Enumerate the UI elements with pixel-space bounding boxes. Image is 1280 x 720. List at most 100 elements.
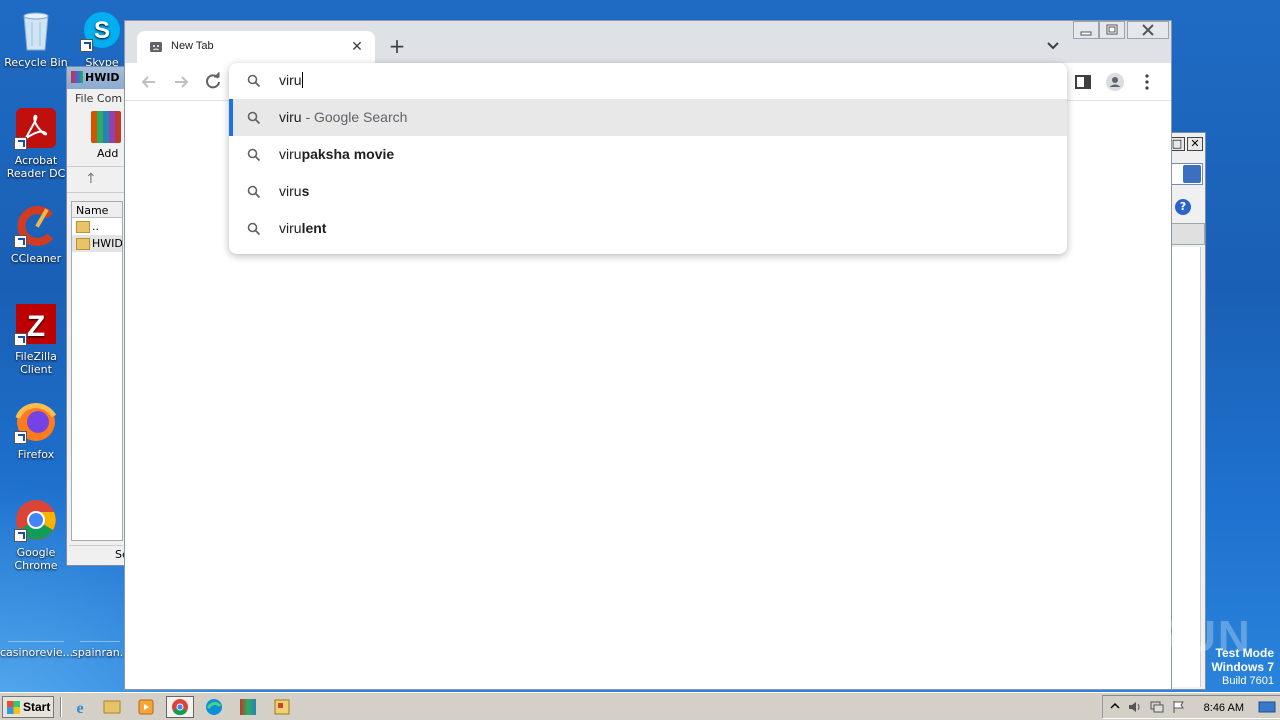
suggestion-suffix: - Google Search (301, 109, 408, 125)
profile-avatar-icon[interactable] (1105, 72, 1125, 92)
forward-arrow-icon[interactable] (171, 72, 191, 92)
suggestion-item[interactable]: viru - Google Search (229, 99, 1067, 136)
name-column-header[interactable]: Name (72, 202, 122, 218)
firefox-icon (14, 400, 58, 444)
system-tray: 8:46 AM (1102, 695, 1280, 719)
text-caret (301, 72, 303, 88)
suggestion-completion: s (301, 183, 310, 199)
winrar-menu[interactable]: File Com (67, 89, 125, 107)
shortcut-arrow-icon (14, 235, 27, 248)
search-icon (247, 185, 261, 199)
suggestion-item[interactable]: virulent (229, 210, 1067, 247)
tab-new-tab[interactable]: New Tab ✕ (137, 31, 375, 63)
taskbar-separator (60, 697, 62, 717)
close-button[interactable]: ✕ (1187, 137, 1203, 151)
desktop-icon-label: spainran... (72, 646, 128, 659)
svg-text:Z: Z (27, 310, 45, 343)
winrar-icon (71, 71, 83, 83)
side-panel-icon[interactable] (1073, 72, 1093, 92)
file-icon (8, 620, 64, 642)
suggestion-text: viru - Google Search (279, 109, 407, 125)
chrome-icon (14, 498, 58, 542)
suggestion-text: virus (279, 183, 309, 199)
desktop-icon-filezilla[interactable]: Z FileZilla Client (0, 302, 72, 376)
svg-text:S: S (94, 17, 110, 44)
shortcut-arrow-icon (14, 333, 27, 346)
start-button[interactable]: Start (2, 696, 54, 718)
desktop-icon-skype[interactable]: S Skype (74, 8, 130, 69)
tab-strip: New Tab ✕ + (125, 21, 1171, 63)
suggestion-typed: viru (279, 183, 302, 199)
winrar-taskbar-icon[interactable] (234, 696, 262, 718)
winrar-titlebar[interactable]: HWID (67, 67, 125, 89)
omnibox-input-row[interactable]: viru (229, 63, 1067, 99)
file-icon (80, 620, 120, 642)
maximize-button[interactable] (1099, 21, 1125, 39)
explorer-folder-icon[interactable] (98, 696, 126, 718)
chrome-taskbar-icon[interactable] (166, 696, 194, 718)
suggestion-item[interactable]: virupaksha movie (229, 136, 1067, 173)
winrar-toolbar: Add (67, 107, 125, 167)
shortcut-arrow-icon (80, 39, 93, 52)
shortcut-arrow-icon (14, 137, 27, 150)
search-icon[interactable] (1183, 165, 1201, 183)
help-icon[interactable]: ? (1175, 199, 1191, 215)
suggestion-typed: viru (279, 109, 302, 125)
winrar-status: Se (69, 545, 129, 563)
show-hidden-icons-icon[interactable] (1109, 700, 1121, 714)
windows-flag-icon (7, 701, 20, 714)
test-mode-build: Build 7601 (1222, 675, 1274, 687)
winrar-window[interactable]: HWID File Com Add ↑ Name .. HWID Se (66, 66, 129, 566)
up-folder-icon[interactable]: ↑ (67, 167, 125, 193)
clock[interactable]: 8:46 AM (1204, 702, 1244, 714)
search-icon (247, 222, 261, 236)
network-icon[interactable] (1149, 700, 1165, 714)
desktop-icon-firefox[interactable]: Firefox (0, 400, 72, 461)
kebab-menu-icon[interactable] (1137, 72, 1157, 92)
media-player-icon[interactable] (132, 696, 160, 718)
close-tab-icon[interactable]: ✕ (347, 37, 367, 57)
edge-icon[interactable] (200, 696, 228, 718)
show-desktop-icon[interactable] (1258, 700, 1276, 714)
desktop-icon-google-chrome[interactable]: Google Chrome (0, 498, 72, 572)
omnibox-dropdown[interactable]: viru viru - Google Search virupaksha mov… (229, 63, 1067, 254)
winrar-file-list[interactable]: Name .. HWID (71, 201, 123, 541)
desktop-icon-acrobat[interactable]: Acrobat Reader DC (0, 106, 72, 180)
desktop-icon-label: FileZilla Client (15, 350, 57, 376)
new-tab-button[interactable]: + (385, 35, 409, 59)
list-item[interactable]: .. (72, 218, 122, 235)
reload-icon[interactable] (203, 72, 223, 92)
omnibox-input[interactable]: viru (279, 72, 303, 88)
suggestion-item[interactable]: virus (229, 173, 1067, 210)
add-button-label[interactable]: Add (97, 147, 118, 160)
minimize-button[interactable] (1073, 21, 1099, 39)
volume-icon[interactable] (1127, 700, 1143, 714)
suggestion-completion: lent (301, 220, 327, 236)
desktop-icon-casinoreview[interactable]: casinorevie... (0, 620, 73, 659)
close-window-button[interactable] (1127, 21, 1169, 39)
internet-explorer-icon[interactable]: e (66, 696, 94, 718)
desktop-icon-spainran[interactable]: spainran... (72, 620, 128, 659)
list-item[interactable]: HWID (72, 235, 122, 252)
tab-title: New Tab (171, 40, 214, 52)
desktop-icon-label: Google Chrome (14, 546, 58, 572)
suggestion-typed: viru (279, 220, 302, 236)
test-mode-os: Windows 7 (1211, 660, 1274, 674)
desktop-icon-ccleaner[interactable]: CCleaner (0, 204, 72, 265)
add-archive-icon[interactable] (91, 111, 121, 143)
desktop-icon-recycle-bin[interactable]: Recycle Bin (0, 8, 72, 69)
omnibox-input-value: viru (279, 72, 302, 88)
search-icon (247, 74, 261, 88)
app-taskbar-icon[interactable] (268, 696, 296, 718)
back-arrow-icon[interactable] (139, 72, 159, 92)
background-window-right[interactable]: □ ✕ ? (1168, 132, 1206, 690)
skype-icon: S (80, 8, 124, 52)
desktop-icon-label: Firefox (17, 448, 55, 461)
action-center-flag-icon[interactable] (1171, 700, 1187, 714)
filezilla-icon: Z (14, 302, 58, 346)
desktop-icon-label: CCleaner (10, 252, 62, 265)
test-mode-title: Test Mode (1215, 646, 1274, 660)
tab-search-icon[interactable] (1043, 35, 1063, 55)
suggestion-typed: viru (279, 146, 302, 162)
shortcut-arrow-icon (14, 431, 27, 444)
